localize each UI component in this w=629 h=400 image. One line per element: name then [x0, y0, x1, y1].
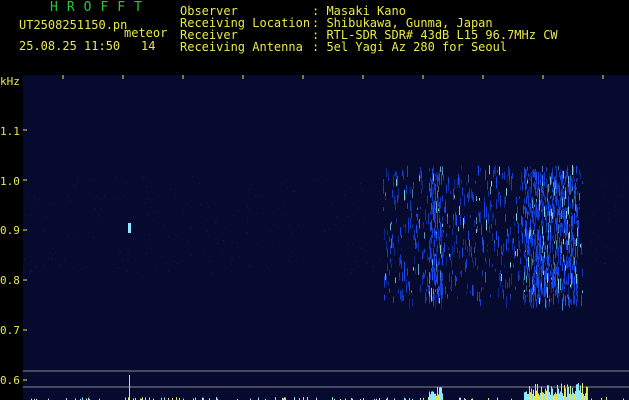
y-unit-label: kHz: [0, 75, 20, 88]
record-count: 14: [141, 39, 156, 53]
y-tick-label: 0.9: [0, 224, 20, 237]
header-title: HROFFT: [50, 0, 151, 15]
antenna-label: Receiving Antenna: [180, 40, 303, 54]
y-tick-label: 1.0: [0, 175, 20, 188]
file-name: UT2508251150.pn: [19, 18, 128, 32]
y-tick-label: 1.1: [0, 125, 20, 138]
antenna-value: : 5el Yagi Az 280 for Seoul: [312, 40, 508, 54]
y-tick-label: 0.6: [0, 374, 20, 387]
y-tick-label: 0.8: [0, 274, 20, 287]
date-time: 25.08.25 11:50: [19, 39, 121, 53]
spectrogram-canvas: [23, 75, 629, 400]
file-type: meteor: [124, 26, 168, 40]
y-tick-label: 0.7: [0, 324, 20, 337]
spectrogram-plot: [23, 75, 629, 400]
